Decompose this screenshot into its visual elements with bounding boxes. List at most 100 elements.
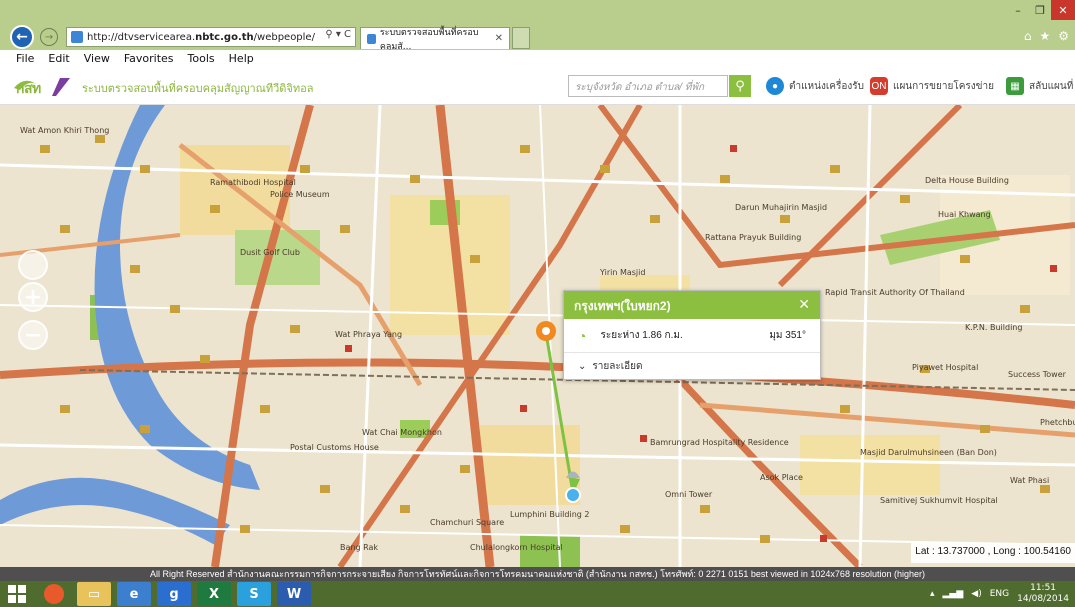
svg-text:Omni Tower: Omni Tower (665, 490, 713, 499)
popup-header: กรุงเทพฯ(ใบหยก2) ✕ (564, 291, 820, 319)
svg-text:Piyawet Hospital: Piyawet Hospital (912, 363, 978, 372)
location-icon: ● (766, 77, 784, 95)
forward-button[interactable]: → (40, 28, 58, 46)
minimize-button[interactable]: – (1007, 0, 1029, 20)
clock-time: 11:51 (1030, 583, 1057, 593)
clock-date: 14/08/2014 (1017, 594, 1069, 604)
page-favicon-icon (71, 31, 83, 43)
svg-text:Delta House Building: Delta House Building (925, 176, 1009, 185)
site-title: ระบบตรวจสอบพื้นที่ครอบคลุมสัญญาณทีวีดิจิ… (82, 83, 314, 95)
svg-text:Darun Muhajirin Masjid: Darun Muhajirin Masjid (735, 203, 827, 212)
popup-close-icon[interactable]: ✕ (798, 296, 810, 313)
popup-info-row: ◔ ระยะห่าง 1.86 ก.ม. มุม 351° (564, 319, 820, 353)
back-button[interactable]: ← (10, 25, 34, 49)
svg-text:Masjid Darulmuhsineen (Ban Don: Masjid Darulmuhsineen (Ban Don) (860, 448, 997, 457)
popup-distance: ระยะห่าง 1.86 ก.ม. (600, 330, 683, 341)
tray-arrow-icon[interactable]: ▴ (930, 589, 935, 599)
svg-text:Rapid Transit Authority Of Tha: Rapid Transit Authority Of Thailand (825, 288, 965, 297)
svg-text:Samitivej Sukhumvit Hospital: Samitivej Sukhumvit Hospital (880, 496, 998, 505)
svg-text:Asok Place: Asok Place (760, 473, 803, 482)
menu-file[interactable]: File (16, 52, 34, 65)
svg-text:Success Tower: Success Tower (1008, 370, 1067, 379)
site-footer: All Right Reserved สำนักงานคณะกรรมการกิจ… (0, 567, 1075, 581)
browser-titlebar: – ❐ ✕ ← → http://dtvservicearea.nbtc.go.… (0, 0, 1075, 52)
tab-favicon-icon (367, 33, 376, 44)
signal-icon: ◔ (578, 327, 587, 344)
file-explorer-icon[interactable]: ▭ (77, 582, 111, 606)
svg-text:Yirin Masjid: Yirin Masjid (599, 268, 645, 277)
map-canvas[interactable]: Wat Amon Khiri Thong Ramathibodi Hospita… (0, 105, 1075, 567)
svg-text:Wat Chai Mongkhon: Wat Chai Mongkhon (362, 428, 442, 437)
search-button[interactable]: ⚲ (729, 75, 751, 97)
site-header: กสท ระบบตรวจสอบพื้นที่ครอบคลุมสัญญาณทีวี… (0, 67, 1075, 105)
word-icon[interactable]: W (277, 582, 311, 606)
settings-gear-icon[interactable]: ⚙ (1058, 29, 1069, 43)
chrome-icon[interactable] (44, 584, 64, 604)
svg-text:Lumphini Building 2: Lumphini Building 2 (510, 510, 589, 519)
ie-toolbar-icons: ⌂ ★ ⚙ (1024, 29, 1069, 43)
popup-details-toggle[interactable]: ⌄ รายละเอียด (564, 353, 820, 379)
menu-favorites[interactable]: Favorites (124, 52, 174, 65)
svg-text:Huai Khwang: Huai Khwang (938, 210, 991, 219)
popup-angle: มุม 351° (769, 330, 806, 341)
windows-logo-icon (8, 585, 26, 603)
zoom-in-button[interactable]: + (18, 282, 48, 312)
location-search-input[interactable]: ระบุจังหวัด อำเภอ ตำบล/ ที่พัก (568, 75, 728, 97)
internet-explorer-icon[interactable]: e (117, 582, 151, 606)
home-icon[interactable]: ⌂ (1024, 29, 1032, 43)
menu-bar: File Edit View Favorites Tools Help (0, 50, 1075, 67)
menu-edit[interactable]: Edit (48, 52, 69, 65)
new-tab-button[interactable] (512, 27, 530, 49)
svg-text:Chulalongkorn Hospital: Chulalongkorn Hospital (470, 543, 563, 552)
svg-text:Wat Phasi: Wat Phasi (1010, 476, 1049, 485)
excel-icon[interactable]: X (197, 582, 231, 606)
skype-icon[interactable]: S (237, 582, 271, 606)
coordinate-readout: Lat : 13.737000 , Long : 100.54160 (911, 543, 1075, 563)
network-plan-label: แผนการขยายโครงข่าย (893, 80, 994, 92)
window-controls: – ❐ ✕ (1007, 0, 1075, 20)
svg-text:Phetchburi: Phetchburi (1040, 418, 1075, 427)
restore-button[interactable]: ❐ (1029, 0, 1051, 20)
svg-text:Wat Phraya Yang: Wat Phraya Yang (335, 330, 402, 339)
menu-tools[interactable]: Tools (188, 52, 215, 65)
search-icon: ⚲ (735, 78, 745, 94)
svg-text:Bang Rak: Bang Rak (340, 543, 378, 552)
switch-map-label: สลับแผนที่ (1029, 80, 1074, 92)
google-search-icon[interactable]: g (157, 582, 191, 606)
browser-tab[interactable]: ระบบตรวจสอบพื้นที่ครอบคลุมสั... ✕ (360, 27, 510, 52)
close-window-button[interactable]: ✕ (1051, 0, 1075, 20)
url-text: http://dtvservicearea.nbtc.go.th/webpeop… (87, 31, 315, 43)
clock[interactable]: 11:51 14/08/2014 (1017, 583, 1069, 605)
chevron-down-icon: ⌄ (578, 360, 587, 372)
screen: { "browser": { "url_prefix": "http://dtv… (0, 0, 1075, 607)
svg-text:Dusit Golf Club: Dusit Golf Club (240, 248, 300, 257)
zoom-out-button[interactable]: − (18, 320, 48, 350)
switch-map-button[interactable]: ▦ สลับแผนที่ (1006, 76, 1073, 96)
svg-text:Police Museum: Police Museum (270, 190, 330, 199)
svg-text:Chamchuri Square: Chamchuri Square (430, 518, 504, 527)
language-indicator[interactable]: ENG (990, 589, 1009, 599)
svg-text:Wat Amon Khiri Thong: Wat Amon Khiri Thong (20, 126, 109, 135)
menu-view[interactable]: View (84, 52, 110, 65)
menu-help[interactable]: Help (229, 52, 254, 65)
compass-button[interactable] (18, 250, 48, 280)
svg-text:Postal Customs House: Postal Customs House (290, 443, 379, 452)
svg-text:Rattana Prayuk Building: Rattana Prayuk Building (705, 233, 801, 242)
station-popup: กรุงเทพฯ(ใบหยก2) ✕ ◔ ระยะห่าง 1.86 ก.ม. … (563, 290, 821, 380)
switch-map-icon: ▦ (1006, 77, 1024, 95)
popup-title: กรุงเทพฯ(ใบหยก2) (574, 299, 671, 313)
popup-details-label: รายละเอียด (592, 360, 643, 372)
address-search-refresh-icon[interactable]: ⚲ ▾ C (325, 29, 351, 40)
svg-text:K.P.N. Building: K.P.N. Building (965, 323, 1022, 332)
network-plan-button[interactable]: ON แผนการขยายโครงข่าย (870, 76, 994, 96)
start-button[interactable] (0, 581, 34, 607)
network-plan-icon: ON (870, 77, 888, 95)
tab-close-icon[interactable]: ✕ (495, 33, 503, 44)
signal-bars-icon[interactable]: ▂▄▆ (943, 589, 964, 599)
volume-icon[interactable]: ◀) (971, 589, 981, 599)
receiver-location-button[interactable]: ● ตำแหน่งเครื่องรับ (766, 76, 864, 96)
address-bar[interactable]: http://dtvservicearea.nbtc.go.th/webpeop… (66, 27, 356, 47)
favorites-star-icon[interactable]: ★ (1039, 29, 1050, 43)
svg-text:Bamrungrad Hospitality Residen: Bamrungrad Hospitality Residence (650, 438, 789, 447)
logo-text: กสท (16, 81, 41, 97)
